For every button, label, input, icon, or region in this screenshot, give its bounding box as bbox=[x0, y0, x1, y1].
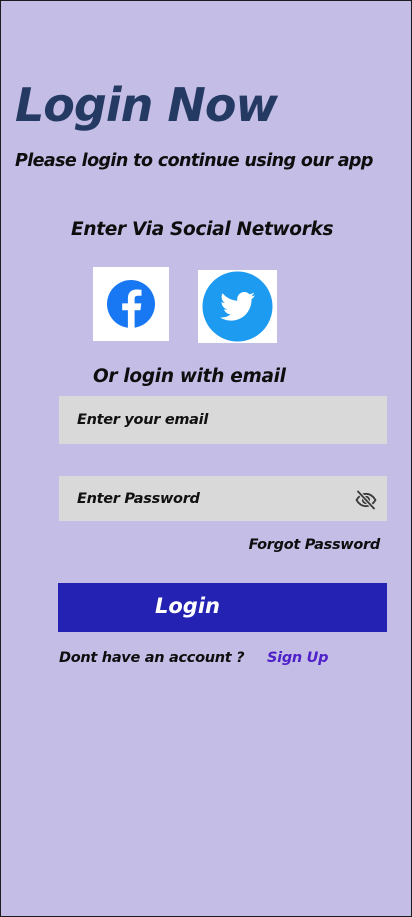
signup-link[interactable]: Sign Up bbox=[267, 647, 329, 669]
email-login-heading: Or login with email bbox=[93, 366, 286, 387]
twitter-icon bbox=[198, 270, 277, 343]
page-subtitle: Please login to continue using our app bbox=[15, 151, 373, 171]
password-field-container bbox=[59, 476, 387, 521]
password-input[interactable] bbox=[59, 476, 387, 521]
eye-off-icon[interactable] bbox=[354, 488, 378, 512]
login-button-label: Login bbox=[155, 594, 220, 618]
facebook-icon bbox=[93, 267, 169, 341]
signup-row: Dont have an account ? Sign Up bbox=[59, 647, 329, 669]
page-title: Login Now bbox=[15, 78, 278, 132]
forgot-password-link[interactable]: Forgot Password bbox=[249, 534, 381, 556]
facebook-login-button[interactable] bbox=[93, 267, 169, 341]
login-button[interactable]: Login bbox=[58, 583, 387, 632]
login-screen: Login Now Please login to continue using… bbox=[0, 0, 412, 917]
email-field-container bbox=[59, 396, 387, 444]
signup-prompt: Dont have an account ? bbox=[59, 650, 245, 666]
twitter-login-button[interactable] bbox=[198, 270, 277, 343]
social-login-heading: Enter Via Social Networks bbox=[71, 219, 334, 240]
email-input[interactable] bbox=[59, 396, 387, 444]
